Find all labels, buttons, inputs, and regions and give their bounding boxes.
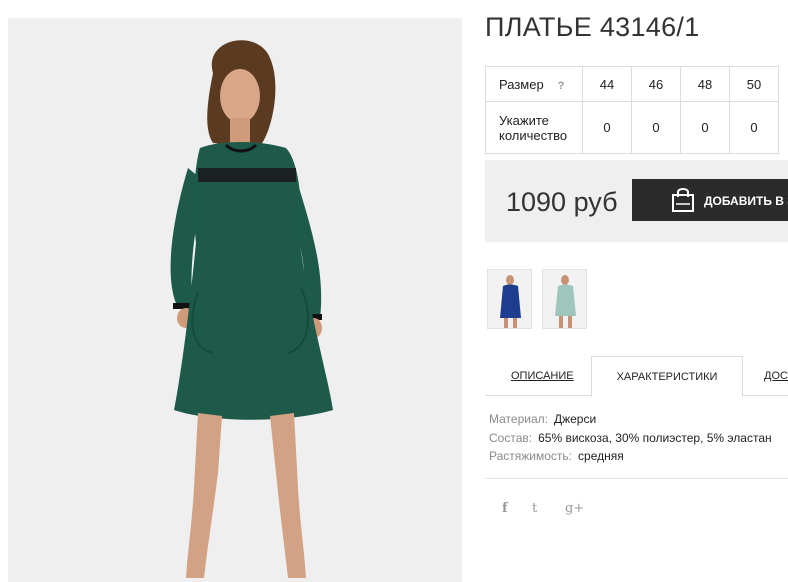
- composition-key: Состав:: [489, 430, 533, 445]
- tab-description[interactable]: ОПИСАНИЕ: [511, 356, 574, 396]
- mint-dress-thumbnail[interactable]: [542, 269, 587, 329]
- quantity-label-line1: Укажите: [499, 112, 549, 128]
- blue-dress-thumbnail[interactable]: [487, 269, 532, 329]
- quantity-input-46[interactable]: 0: [631, 101, 681, 154]
- composition-value: 65% вискоза, 30% полиэстер, 5% эластан: [538, 430, 772, 445]
- product-title: ПЛАТЬЕ 43146/1: [485, 12, 700, 42]
- size-48: 48: [680, 66, 730, 102]
- size-50: 50: [729, 66, 779, 102]
- size-quantity-table: Размер? 44 46 48 50 Укажите количество 0…: [485, 66, 779, 154]
- shopping-bag-icon: [670, 187, 696, 216]
- product-photo[interactable]: [8, 18, 462, 582]
- quantity-label-line2: количество: [499, 127, 568, 143]
- twitter-icon[interactable]: t: [532, 501, 537, 516]
- material-key: Материал:: [489, 412, 548, 426]
- stretch-row: Растяжимость: средняя: [489, 447, 772, 466]
- size-label-cell: Размер?: [485, 66, 583, 102]
- quantity-input-50[interactable]: 0: [729, 101, 779, 154]
- size-44: 44: [582, 66, 632, 102]
- add-to-order-button[interactable]: ДОБАВИТЬ В ЗАКАЗ: [632, 179, 788, 221]
- stretch-value: средняя: [578, 449, 624, 463]
- quantity-label: Укажите количество: [485, 101, 583, 154]
- tab-characteristics[interactable]: ХАРАКТЕРИСТИКИ: [591, 356, 743, 397]
- price: 1090 руб: [506, 187, 618, 217]
- mint-dress-thumb-image: [543, 270, 586, 328]
- size-46: 46: [631, 66, 681, 102]
- tab-delivery[interactable]: ДОСТАВКА: [764, 356, 788, 396]
- stretch-key: Растяжимость:: [489, 449, 573, 463]
- material-row: Материал: Джерси: [489, 410, 772, 429]
- quantity-input-48[interactable]: 0: [680, 101, 730, 154]
- quantity-input-44[interactable]: 0: [582, 101, 632, 154]
- characteristics-list: Материал: Джерси Состав: 65% вискоза, 30% …: [489, 410, 772, 466]
- googleplus-icon[interactable]: g+: [565, 501, 584, 516]
- material-value: Джерси: [553, 412, 597, 426]
- add-to-order-label: ДОБАВИТЬ В ЗАКАЗ: [704, 194, 788, 208]
- facebook-icon[interactable]: f: [502, 501, 508, 516]
- size-label: Размер: [499, 76, 544, 92]
- characteristics-divider: [485, 478, 788, 479]
- help-icon[interactable]: ?: [558, 80, 565, 92]
- composition-row: Состав: 65% вискоза, 30% полиэстер, 5% эл…: [489, 429, 772, 448]
- blue-dress-thumb-image: [488, 270, 531, 328]
- buy-box: 1090 руб ДОБАВИТЬ В ЗАКАЗ: [485, 160, 788, 242]
- green-dress-photo: [8, 18, 462, 582]
